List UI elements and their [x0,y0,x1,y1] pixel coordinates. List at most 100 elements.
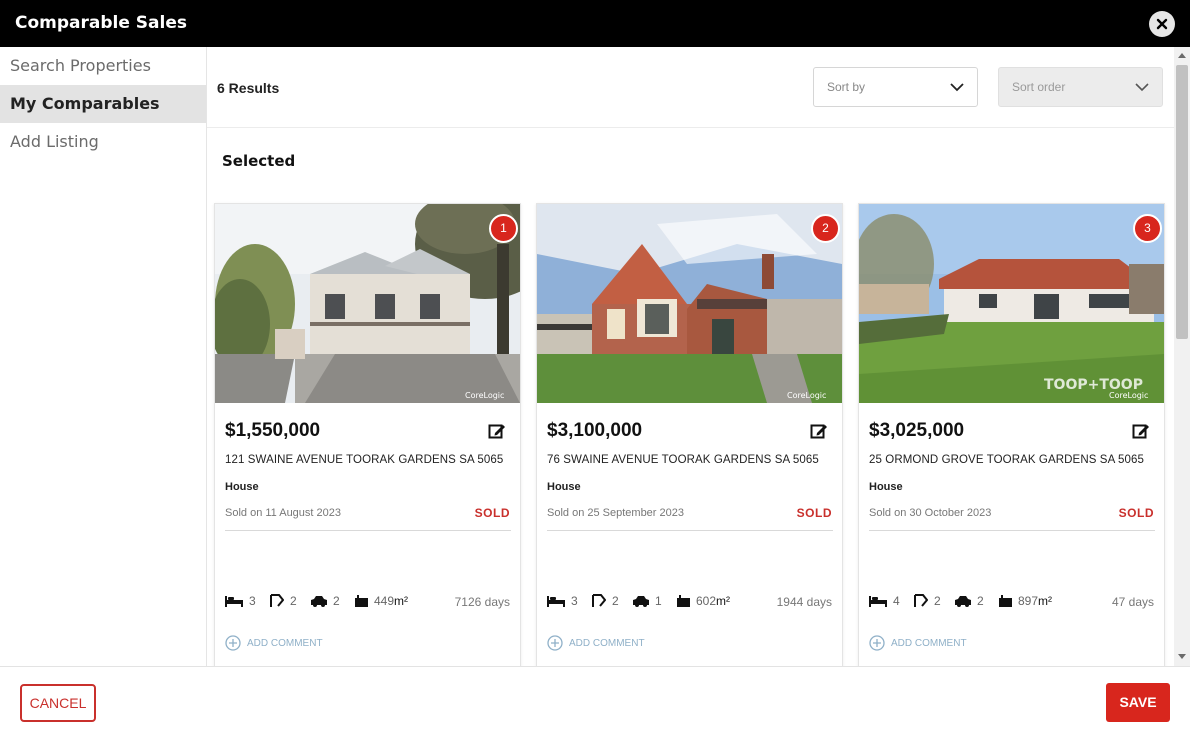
rank-badge: 3 [1133,214,1162,243]
land-unit: m² [1038,594,1053,608]
bed-icon [869,596,887,607]
rank-badge: 1 [489,214,518,243]
header-divider [207,127,1174,128]
price: $3,025,000 [869,420,965,441]
beds-feature: 3 [225,594,256,608]
sidebar-item-my-comparables[interactable]: My Comparables [0,85,206,123]
price: $3,100,000 [547,420,643,441]
property-photo[interactable]: CoreLogic 2 [537,204,842,403]
land-size: 897 [1018,594,1039,608]
address: 121 SWAINE AVENUE TOORAK GARDENS SA 5065 [225,454,504,466]
property-photo[interactable]: CoreLogic 1 [215,204,520,403]
close-button[interactable] [1149,11,1175,37]
modal-header: Comparable Sales [0,0,1190,47]
beds-feature: 3 [547,594,578,608]
land-size-icon [355,595,368,607]
add-comment-label: ADD COMMENT [569,637,645,649]
main-panel: 6 Results Sort by Sort order Selected Co… [207,47,1174,666]
scroll-up-arrow-icon[interactable] [1178,53,1186,58]
cancel-button[interactable]: CANCEL [20,684,96,722]
cars-feature: 2 [311,594,340,608]
property-photo[interactable]: TOOP+TOOP CoreLogic 3 [859,204,1164,403]
scroll-down-arrow-icon[interactable] [1178,654,1186,659]
modal-footer: CANCEL SAVE [0,666,1190,738]
sold-date: Sold on 30 October 2023 [869,507,992,519]
land-unit: m² [394,594,409,608]
chevron-down-icon [950,83,964,92]
sidebar: Search Properties My Comparables Add Lis… [0,47,207,666]
results-count: 6 Results [217,80,280,96]
car-icon [311,596,327,607]
land-size-icon [677,595,690,607]
beds-count: 3 [571,594,578,608]
divider [869,530,1155,531]
property-type: House [547,481,581,493]
beds-count: 4 [893,594,900,608]
baths-count: 2 [612,594,619,608]
edit-icon[interactable] [810,422,828,440]
bed-icon [547,596,565,607]
cars-count: 2 [333,594,340,608]
land-size-icon [999,595,1012,607]
close-icon [1156,18,1168,30]
edit-icon[interactable] [488,422,506,440]
days-on-market: 1944 days [776,595,832,609]
sidebar-item-search-properties[interactable]: Search Properties [0,47,206,85]
section-title: Selected [222,152,296,170]
cars-count: 2 [977,594,984,608]
bath-icon [592,594,606,607]
sold-date: Sold on 11 August 2023 [225,507,342,519]
property-type: House [869,481,903,493]
baths-feature: 2 [914,594,941,608]
rank-badge: 2 [811,214,840,243]
baths-count: 2 [290,594,297,608]
bath-icon [914,594,928,607]
modal-title: Comparable Sales [15,13,188,33]
plus-circle-icon [547,635,563,651]
sold-date: Sold on 25 September 2023 [547,507,684,519]
plus-circle-icon [869,635,885,651]
vertical-scrollbar[interactable] [1174,47,1190,666]
add-comment-button[interactable]: ADD COMMENT [869,635,967,651]
beds-count: 3 [249,594,256,608]
scrollbar-thumb[interactable] [1176,65,1188,339]
property-type: House [225,481,259,493]
car-icon [955,596,971,607]
sidebar-item-add-listing[interactable]: Add Listing [0,123,206,161]
beds-feature: 4 [869,594,900,608]
sort-by-label: Sort by [827,80,866,94]
status-badge: SOLD [474,506,510,520]
land-unit: m² [716,594,731,608]
land-size: 449 [374,594,395,608]
cars-count: 1 [655,594,662,608]
baths-feature: 2 [270,594,297,608]
property-card[interactable]: TOOP+TOOP CoreLogic 3 $3,025,000 25 ORMO… [858,203,1165,666]
bed-icon [225,596,243,607]
cars-feature: 2 [955,594,984,608]
days-on-market: 7126 days [454,595,510,609]
address: 76 SWAINE AVENUE TOORAK GARDENS SA 5065 [547,454,819,466]
add-comment-label: ADD COMMENT [247,637,323,649]
divider [225,530,511,531]
price: $1,550,000 [225,420,321,441]
property-card[interactable]: CoreLogic 2 $3,100,000 76 SWAINE AVENUE … [536,203,843,666]
divider [547,530,833,531]
photo-watermark: CoreLogic [465,391,504,400]
property-card[interactable]: CoreLogic 1 $1,550,000 121 SWAINE AVENUE… [214,203,521,666]
sort-order-select[interactable]: Sort order [998,67,1163,107]
baths-count: 2 [934,594,941,608]
days-on-market: 47 days [1111,595,1154,609]
save-button[interactable]: SAVE [1106,683,1170,722]
status-badge: SOLD [796,506,832,520]
photo-watermark: CoreLogic [1109,391,1148,400]
add-comment-button[interactable]: ADD COMMENT [547,635,645,651]
car-icon [633,596,649,607]
land-size: 602 [696,594,717,608]
edit-icon[interactable] [1132,422,1150,440]
cars-feature: 1 [633,594,662,608]
land-feature: 897 m² [999,594,1052,608]
sort-by-select[interactable]: Sort by [813,67,978,107]
land-feature: 602 m² [677,594,730,608]
add-comment-button[interactable]: ADD COMMENT [225,635,323,651]
baths-feature: 2 [592,594,619,608]
